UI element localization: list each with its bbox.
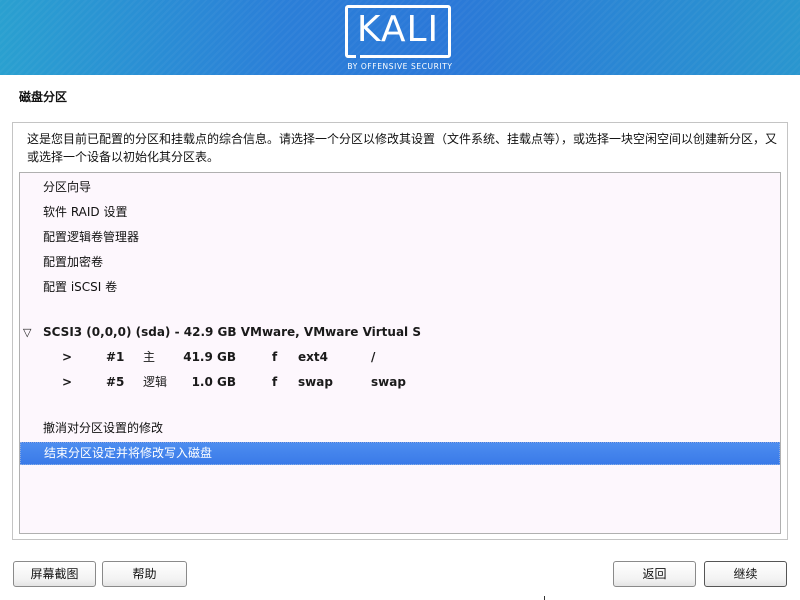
partition-size: 1.0 GB [191, 375, 236, 389]
kali-logo-frame-gap [356, 55, 360, 59]
partition-size: 41.9 GB [183, 350, 236, 364]
menu-item-software-raid[interactable]: 软件 RAID 设置 [20, 200, 780, 225]
kali-logo-text: KALI [356, 9, 440, 50]
kali-logo-subtitle: BY OFFENSIVE SECURITY [347, 62, 453, 71]
mouse-cursor [544, 596, 545, 600]
disk-label: SCSI3 (0,0,0) (sda) - 42.9 GB VMware, VM… [43, 325, 421, 339]
partition-mountpoint: / [371, 350, 376, 364]
partition-format-flag: f [272, 350, 278, 364]
back-button[interactable]: 返回 [613, 561, 696, 587]
partition-list[interactable]: 分区向导 软件 RAID 设置 配置逻辑卷管理器 配置加密卷 配置 iSCSI … [19, 172, 781, 534]
kali-banner: KALI BY OFFENSIVE SECURITY [0, 0, 800, 75]
help-button[interactable]: 帮助 [102, 561, 187, 587]
partition-row[interactable]: > #1 主 41.9 GB f ext4 / [20, 345, 780, 370]
menu-item-iscsi[interactable]: 配置 iSCSI 卷 [20, 275, 780, 300]
menu-item-lvm[interactable]: 配置逻辑卷管理器 [20, 225, 780, 250]
partition-number: #5 [106, 375, 125, 389]
disk-row-sda[interactable]: ▽ SCSI3 (0,0,0) (sda) - 42.9 GB VMware, … [20, 320, 780, 345]
menu-item-encrypted-volumes[interactable]: 配置加密卷 [20, 250, 780, 275]
partition-arrow-icon: > [62, 375, 73, 389]
partition-mountpoint: swap [371, 375, 406, 389]
expand-triangle-icon[interactable]: ▽ [23, 320, 31, 345]
partition-filesystem: swap [298, 375, 333, 389]
page-title: 磁盘分区 [19, 90, 68, 104]
partition-row[interactable]: > #5 逻辑 1.0 GB f swap swap [20, 370, 780, 395]
menu-item-partition-wizard[interactable]: 分区向导 [20, 175, 780, 200]
partition-number: #1 [106, 350, 125, 364]
partition-type: 逻辑 [143, 375, 168, 389]
page-description: 这是您目前已配置的分区和挂载点的综合信息。请选择一个分区以修改其设置（文件系统、… [27, 132, 778, 164]
partition-format-flag: f [272, 375, 278, 389]
undo-changes-item[interactable]: 撤消对分区设置的修改 [20, 416, 780, 441]
screenshot-button[interactable]: 屏幕截图 [13, 561, 96, 587]
partition-filesystem: ext4 [298, 350, 328, 364]
partition-arrow-icon: > [62, 350, 73, 364]
finish-partitioning-item[interactable]: 结束分区设定并将修改写入磁盘 [20, 442, 780, 465]
partition-type: 主 [143, 350, 156, 364]
continue-button[interactable]: 继续 [704, 561, 787, 587]
